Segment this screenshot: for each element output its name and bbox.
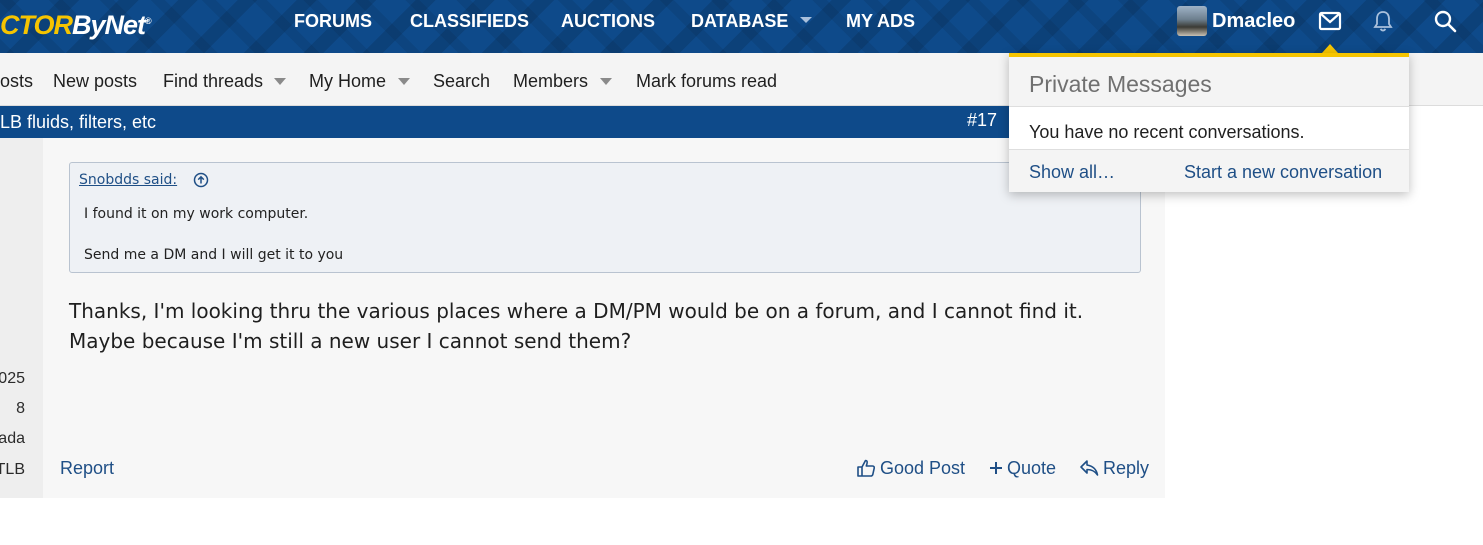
quote-button[interactable]: Quote bbox=[989, 457, 1056, 479]
nav-database[interactable]: DATABASE bbox=[691, 10, 788, 32]
post-number[interactable]: #17 bbox=[967, 109, 997, 131]
quote-author-link[interactable]: Snobdds said: bbox=[79, 172, 177, 188]
quote-line: I found it on my work computer. bbox=[84, 206, 309, 222]
plus-icon bbox=[990, 462, 1002, 474]
subnav-my-home[interactable]: My Home bbox=[309, 70, 386, 92]
quote-label: Quote bbox=[1007, 458, 1057, 478]
pm-empty-message: You have no recent conversations. bbox=[1029, 122, 1305, 142]
bell-icon[interactable] bbox=[1367, 6, 1399, 36]
private-messages-menu: Private Messages You have no recent conv… bbox=[1009, 53, 1409, 192]
nav-classifieds[interactable]: CLASSIFIEDS bbox=[410, 10, 529, 32]
mail-active-indicator bbox=[1322, 44, 1338, 53]
avatar[interactable] bbox=[1177, 6, 1207, 36]
report-link[interactable]: Report bbox=[60, 457, 114, 479]
members-dropdown-icon[interactable] bbox=[600, 78, 612, 85]
good-post-label: Good Post bbox=[880, 458, 966, 478]
find-threads-dropdown-icon[interactable] bbox=[274, 78, 286, 85]
post-message: Thanks, I'm looking thru the various pla… bbox=[69, 299, 1084, 353]
start-conversation-link[interactable]: Start a new conversation bbox=[1184, 161, 1382, 183]
quote-jump-icon[interactable] bbox=[193, 172, 209, 188]
subnav-search[interactable]: Search bbox=[433, 70, 490, 92]
nav-auctions[interactable]: AUCTIONS bbox=[561, 10, 655, 32]
thread-header: LB fluids, filters, etc #17 bbox=[0, 106, 1165, 138]
database-dropdown-icon[interactable] bbox=[800, 17, 812, 23]
my-home-dropdown-icon[interactable] bbox=[398, 78, 410, 85]
search-icon[interactable] bbox=[1429, 6, 1461, 36]
post-user-info: 025 8 ada TLB bbox=[0, 138, 43, 498]
quote-line: Send me a DM and I will get it to you bbox=[84, 247, 344, 263]
top-bar: CTORByNet® FORUMS CLASSIFIEDS AUCTIONS D… bbox=[0, 0, 1483, 53]
pm-menu-title[interactable]: Private Messages bbox=[1029, 71, 1212, 97]
show-all-link[interactable]: Show all… bbox=[1029, 161, 1115, 183]
pm-menu-header: Private Messages bbox=[1009, 57, 1409, 107]
user-meta-joined: 025 bbox=[0, 370, 25, 387]
nav-my-ads[interactable]: MY ADS bbox=[846, 10, 915, 32]
subnav-find-threads[interactable]: Find threads bbox=[163, 70, 263, 92]
user-meta-tractor: TLB bbox=[0, 461, 25, 478]
reply-label: Reply bbox=[1103, 458, 1150, 478]
user-meta-messages: 8 bbox=[16, 400, 25, 417]
quote-block: Snobdds said: I found it on my work comp… bbox=[69, 162, 1141, 273]
username[interactable]: Dmacleo bbox=[1212, 9, 1295, 33]
thread-title: LB fluids, filters, etc bbox=[0, 112, 157, 132]
thumbs-up-icon bbox=[857, 459, 876, 477]
subnav-mark-forums-read[interactable]: Mark forums read bbox=[636, 70, 777, 92]
user-meta-location: ada bbox=[0, 430, 25, 447]
good-post-button[interactable]: Good Post bbox=[856, 457, 965, 479]
reply-button[interactable]: Reply bbox=[1079, 457, 1149, 479]
mail-icon[interactable] bbox=[1314, 6, 1346, 36]
site-logo[interactable]: CTORByNet® bbox=[0, 4, 152, 40]
subnav-posts[interactable]: osts bbox=[0, 70, 33, 92]
pm-menu-footer: Show all… Start a new conversation bbox=[1009, 149, 1409, 192]
subnav-members[interactable]: Members bbox=[513, 70, 588, 92]
subnav-new-posts[interactable]: New posts bbox=[53, 70, 137, 92]
reply-icon bbox=[1080, 460, 1099, 476]
nav-forums[interactable]: FORUMS bbox=[294, 10, 372, 32]
